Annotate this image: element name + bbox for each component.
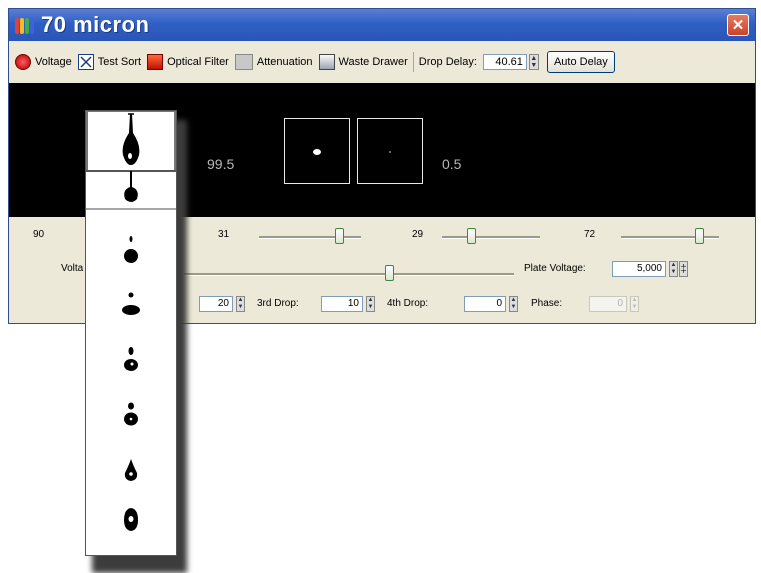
- drop-delay-label: Drop Delay:: [418, 56, 477, 68]
- test-sort-label: Test Sort: [97, 56, 142, 68]
- slider4-track[interactable]: [621, 236, 719, 239]
- optical-filter-button[interactable]: Optical Filter: [147, 54, 229, 70]
- third-drop-input[interactable]: 10: [321, 296, 363, 312]
- second-drop-spinner[interactable]: ▲ ▼: [236, 296, 245, 312]
- phase-spinner[interactable]: ▲ ▼: [630, 296, 639, 312]
- waste-drawer-button[interactable]: Waste Drawer: [318, 54, 408, 70]
- app-icon: [15, 16, 35, 34]
- voltage-slider-thumb[interactable]: [384, 265, 394, 281]
- attenuation-label: Attenuation: [256, 56, 313, 68]
- voltage-toggle-button[interactable]: Voltage: [15, 54, 72, 70]
- voltage-slider-track[interactable]: [184, 273, 514, 276]
- close-button[interactable]: ✕: [727, 14, 749, 36]
- slider2-value: 31: [218, 229, 230, 240]
- left-deflection-percent: 99.5: [207, 156, 235, 172]
- drop-delay-field: 40.61 ▲ ▼: [482, 54, 539, 70]
- slider3-track[interactable]: [442, 236, 540, 239]
- second-drop-input[interactable]: 20: [199, 296, 233, 312]
- slider3-thumb[interactable]: [467, 228, 477, 244]
- plate-voltage-label: Plate Voltage:: [524, 263, 586, 274]
- fourth-drop-input[interactable]: 0: [464, 296, 506, 312]
- voltage-icon: [15, 54, 31, 70]
- waste-drawer-label: Waste Drawer: [338, 56, 408, 68]
- plate-voltage-lock-toggle[interactable]: ‡: [679, 261, 688, 277]
- third-drop-label: 3rd Drop:: [257, 298, 299, 309]
- drop-image-strip: [85, 110, 177, 556]
- slider4-thumb[interactable]: [695, 228, 705, 244]
- drop-frame-2: [86, 171, 176, 210]
- fourth-drop-label: 4th Drop:: [387, 298, 429, 309]
- auto-delay-button[interactable]: Auto Delay: [546, 51, 615, 73]
- drop-frame-3: [124, 236, 138, 263]
- title-bar[interactable]: 70 micron ✕: [9, 9, 755, 41]
- close-icon: ✕: [731, 17, 745, 34]
- slider4-value: 72: [584, 229, 596, 240]
- test-sort-button[interactable]: Test Sort: [77, 54, 142, 70]
- left-stream-spot: [313, 149, 321, 155]
- attenuation-button[interactable]: Attenuation: [234, 54, 313, 70]
- drop-images: [86, 110, 176, 531]
- right-deflection-percent: 0.5: [442, 156, 462, 172]
- slider3-value: 29: [412, 229, 424, 240]
- drop-frame-1: [122, 113, 140, 165]
- slider1-value: 90: [33, 229, 45, 240]
- drop-delay-input[interactable]: 40.61: [482, 54, 527, 70]
- phase-label: Phase:: [531, 298, 563, 309]
- attenuation-icon: [234, 54, 253, 70]
- drop-frame-7: [124, 459, 138, 481]
- slider2-thumb[interactable]: [334, 228, 344, 244]
- drop-delay-spinner[interactable]: ▲ ▼: [528, 54, 539, 70]
- toolbar: Voltage Test Sort Optical Filter Attenua…: [9, 41, 755, 83]
- optical-filter-icon: [147, 54, 164, 70]
- voltage-slider-label: Volta: [61, 263, 84, 274]
- drop-frame-4: [122, 292, 140, 315]
- voltage-toggle-label: Voltage: [35, 56, 72, 68]
- toolbar-separator: [412, 52, 414, 72]
- drop-frame-5: [124, 347, 138, 371]
- phase-input[interactable]: 0: [589, 296, 627, 312]
- drop-frame-6: [124, 402, 138, 426]
- window-title: 70 micron: [41, 12, 150, 37]
- fourth-drop-spinner[interactable]: ▲ ▼: [509, 296, 518, 312]
- plate-voltage-input[interactable]: 5,000: [612, 261, 666, 277]
- waste-drawer-icon: [318, 54, 335, 70]
- right-stream-spot: [389, 151, 391, 153]
- drop-frame-8: [124, 508, 138, 531]
- slider2-track[interactable]: [259, 236, 361, 239]
- right-deflection-box: [357, 118, 423, 184]
- test-sort-icon: [77, 54, 94, 70]
- plate-voltage-spinner[interactable]: ▲ ▼: [669, 261, 678, 277]
- third-drop-spinner[interactable]: ▲ ▼: [366, 296, 375, 312]
- left-deflection-box: [284, 118, 350, 184]
- optical-filter-label: Optical Filter: [167, 56, 229, 68]
